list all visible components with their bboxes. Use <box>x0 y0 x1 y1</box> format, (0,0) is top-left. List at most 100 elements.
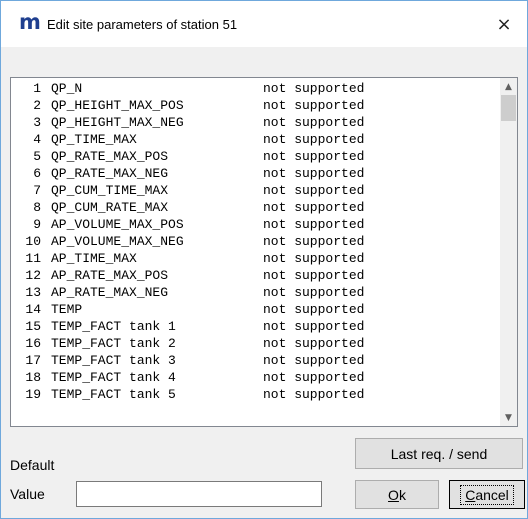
chevron-down-icon: ▼ <box>505 412 512 423</box>
param-name: QP_RATE_MAX_POS <box>51 149 169 164</box>
param-number: 14 <box>25 302 41 317</box>
param-status: not supported <box>263 217 365 232</box>
ok-label: k <box>398 486 406 503</box>
param-name: AP_VOLUME_MAX_POS <box>51 217 184 232</box>
cancel-accelerator: C <box>465 486 476 503</box>
cancel-label: ancel <box>475 486 509 503</box>
param-name: AP_TIME_MAX <box>51 251 137 266</box>
param-status: not supported <box>263 302 365 317</box>
param-status: not supported <box>263 285 365 300</box>
param-number: 17 <box>25 353 41 368</box>
scroll-down-button[interactable]: ▼ <box>500 409 517 426</box>
param-name: QP_CUM_RATE_MAX <box>51 200 169 215</box>
param-name: AP_RATE_MAX_POS <box>51 268 169 283</box>
list-item[interactable]: 9 AP_VOLUME_MAX_POS not supported <box>11 216 499 233</box>
list-item[interactable]: 6 QP_RATE_MAX_NEG not supported <box>11 165 499 182</box>
list-item[interactable]: 14 TEMP not supported <box>11 301 499 318</box>
list-item[interactable]: 3 QP_HEIGHT_MAX_NEG not supported <box>11 114 499 131</box>
list-item[interactable]: 13 AP_RATE_MAX_NEG not supported <box>11 284 499 301</box>
param-status: not supported <box>263 115 365 130</box>
param-number: 16 <box>25 336 41 351</box>
last-req-send-button[interactable]: Last req. / send <box>355 438 523 469</box>
param-status: not supported <box>263 81 365 96</box>
param-name: TEMP <box>51 302 83 317</box>
close-icon: × <box>496 13 512 35</box>
param-status: not supported <box>263 251 365 266</box>
param-name: QP_TIME_MAX <box>51 132 137 147</box>
param-status: not supported <box>263 319 365 334</box>
param-number: 9 <box>33 217 41 232</box>
list-item[interactable]: 5 QP_RATE_MAX_POS not supported <box>11 148 499 165</box>
param-name: QP_HEIGHT_MAX_NEG <box>51 115 184 130</box>
param-name: QP_N <box>51 81 83 96</box>
param-number: 8 <box>33 200 41 215</box>
param-number: 5 <box>33 149 41 164</box>
param-number: 12 <box>25 268 41 283</box>
param-name: TEMP_FACT tank 5 <box>51 387 176 402</box>
vertical-scrollbar[interactable]: ▲ ▼ <box>500 78 517 426</box>
list-item[interactable]: 18 TEMP_FACT tank 4 not supported <box>11 369 499 386</box>
param-status: not supported <box>263 336 365 351</box>
cancel-focus-ring: Cancel <box>460 484 514 505</box>
param-name: AP_RATE_MAX_NEG <box>51 285 169 300</box>
param-name: QP_RATE_MAX_NEG <box>51 166 169 181</box>
app-logo-icon: m <box>19 10 41 34</box>
param-name: QP_CUM_TIME_MAX <box>51 183 169 198</box>
param-number: 15 <box>25 319 41 334</box>
list-item[interactable]: 8 QP_CUM_RATE_MAX not supported <box>11 199 499 216</box>
title-bar: m Edit site parameters of station 51 × <box>1 1 527 47</box>
value-label: Value <box>10 486 45 502</box>
close-button[interactable]: × <box>481 1 527 47</box>
param-status: not supported <box>263 268 365 283</box>
param-number: 1 <box>33 81 41 96</box>
param-status: not supported <box>263 353 365 368</box>
param-status: not supported <box>263 149 365 164</box>
param-status: not supported <box>263 387 365 402</box>
param-name: AP_VOLUME_MAX_NEG <box>51 234 184 249</box>
parameter-list-rows: 1 QP_N not supported 2 QP_HEIGHT_MAX_POS not … <box>11 80 499 424</box>
cancel-button[interactable]: Cancel <box>449 480 525 509</box>
param-status: not supported <box>263 234 365 249</box>
param-name: TEMP_FACT tank 1 <box>51 319 176 334</box>
param-name: TEMP_FACT tank 3 <box>51 353 176 368</box>
list-item[interactable]: 2 QP_HEIGHT_MAX_POS not supported <box>11 97 499 114</box>
param-status: not supported <box>263 132 365 147</box>
scroll-up-button[interactable]: ▲ <box>500 78 517 95</box>
param-name: QP_HEIGHT_MAX_POS <box>51 98 184 113</box>
parameter-list[interactable]: 1 QP_N not supported 2 QP_HEIGHT_MAX_POS not … <box>10 77 518 427</box>
param-number: 2 <box>33 98 41 113</box>
param-number: 10 <box>25 234 41 249</box>
list-item[interactable]: 12 AP_RATE_MAX_POS not supported <box>11 267 499 284</box>
dialog-window: m Edit site parameters of station 51 × 1… <box>0 0 528 519</box>
param-name: TEMP_FACT tank 4 <box>51 370 176 385</box>
param-status: not supported <box>263 200 365 215</box>
list-item[interactable]: 7 QP_CUM_TIME_MAX not supported <box>11 182 499 199</box>
window-title: Edit site parameters of station 51 <box>47 17 238 32</box>
param-number: 19 <box>25 387 41 402</box>
param-number: 6 <box>33 166 41 181</box>
ok-accelerator: O <box>388 486 399 503</box>
param-number: 18 <box>25 370 41 385</box>
list-item[interactable]: 19 TEMP_FACT tank 5 not supported <box>11 386 499 403</box>
param-number: 3 <box>33 115 41 130</box>
list-item[interactable]: 4 QP_TIME_MAX not supported <box>11 131 499 148</box>
param-number: 7 <box>33 183 41 198</box>
value-input[interactable] <box>76 481 322 507</box>
list-item[interactable]: 16 TEMP_FACT tank 2 not supported <box>11 335 499 352</box>
scrollbar-thumb[interactable] <box>501 95 516 121</box>
param-number: 11 <box>25 251 41 266</box>
chevron-up-icon: ▲ <box>505 81 512 92</box>
param-status: not supported <box>263 370 365 385</box>
param-name: TEMP_FACT tank 2 <box>51 336 176 351</box>
param-status: not supported <box>263 183 365 198</box>
param-number: 13 <box>25 285 41 300</box>
list-item[interactable]: 17 TEMP_FACT tank 3 not supported <box>11 352 499 369</box>
param-status: not supported <box>263 98 365 113</box>
param-status: not supported <box>263 166 365 181</box>
list-item[interactable]: 10 AP_VOLUME_MAX_NEG not supported <box>11 233 499 250</box>
param-number: 4 <box>33 132 41 147</box>
list-item[interactable]: 15 TEMP_FACT tank 1 not supported <box>11 318 499 335</box>
ok-button[interactable]: Ok <box>355 480 439 509</box>
list-item[interactable]: 11 AP_TIME_MAX not supported <box>11 250 499 267</box>
list-item[interactable]: 1 QP_N not supported <box>11 80 499 97</box>
